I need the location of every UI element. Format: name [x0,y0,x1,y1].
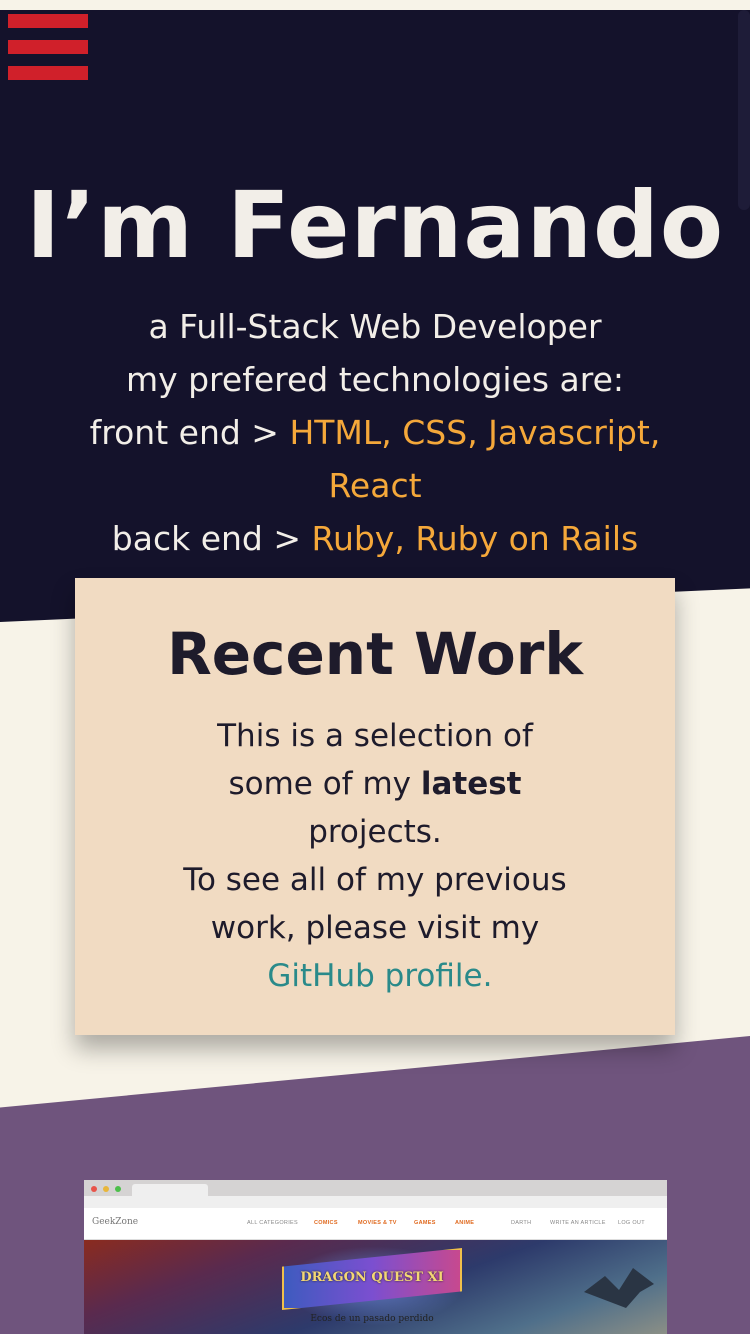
hero-title: I’m Fernando [25,172,725,279]
project-site-nav: GeekZone ALL CATEGORIES COMICS MOVIES & … [84,1208,667,1240]
backend-label: back end > [111,519,312,558]
backend-tech: Ruby, Ruby on Rails [311,519,639,558]
dragon-icon [584,1268,654,1308]
browser-toolbar [84,1196,667,1208]
top-strip [0,0,750,10]
browser-tab [132,1184,208,1196]
menu-bar-bottom [8,66,88,80]
hero-frontend-line: front end > HTML, CSS, Javascript, [0,406,750,459]
hero-backend-line: back end > Ruby, Ruby on Rails [0,512,750,565]
window-close-icon [91,1186,97,1192]
hamburger-menu-icon [8,14,88,28]
github-profile-link[interactable]: GitHub profile. [267,958,492,994]
hero-description: a Full-Stack Web Developer my prefered t… [0,300,750,565]
project-nav-item: ALL CATEGORIES [247,1220,298,1226]
project-nav-item: LOG OUT [618,1220,645,1226]
project-screenshot[interactable]: GeekZone ALL CATEGORIES COMICS MOVIES & … [84,1180,667,1334]
project-nav-item: GAMES [414,1220,436,1226]
recent-work-title: Recent Work [167,620,583,688]
project-site-logo: GeekZone [92,1217,139,1227]
recent-work-card: Recent Work This is a selection of some … [75,578,675,1035]
recent-work-text-3: To see all of my previous work, please v… [183,862,567,946]
frontend-label: front end > [89,413,290,452]
frontend-tech-continued: React [328,466,422,505]
window-maximize-icon [115,1186,121,1192]
hero-role: a Full-Stack Web Developer [148,307,602,346]
window-minimize-icon [103,1186,109,1192]
project-nav-item: DARTH [511,1220,532,1226]
project-nav-item: COMICS [314,1220,338,1226]
hamburger-menu-button[interactable] [8,14,88,82]
game-subtitle: Ecos de un pasado perdido [310,1314,434,1324]
hero-tech-intro: my prefered technologies are: [125,360,625,399]
project-nav-item: WRITE AN ARTICLE [550,1220,606,1226]
project-nav-item: MOVIES & TV [358,1220,397,1226]
recent-work-bold: latest [420,766,522,802]
browser-titlebar [84,1180,667,1196]
project-nav-item: ANIME [455,1220,475,1226]
frontend-tech: HTML, CSS, Javascript, [289,413,661,452]
menu-bar-middle [8,40,88,54]
recent-work-text-2: projects. [308,814,442,850]
recent-work-description: This is a selection of some of my latest… [175,712,575,1000]
game-logo-text: DRAGON QUEST XI [300,1270,444,1285]
